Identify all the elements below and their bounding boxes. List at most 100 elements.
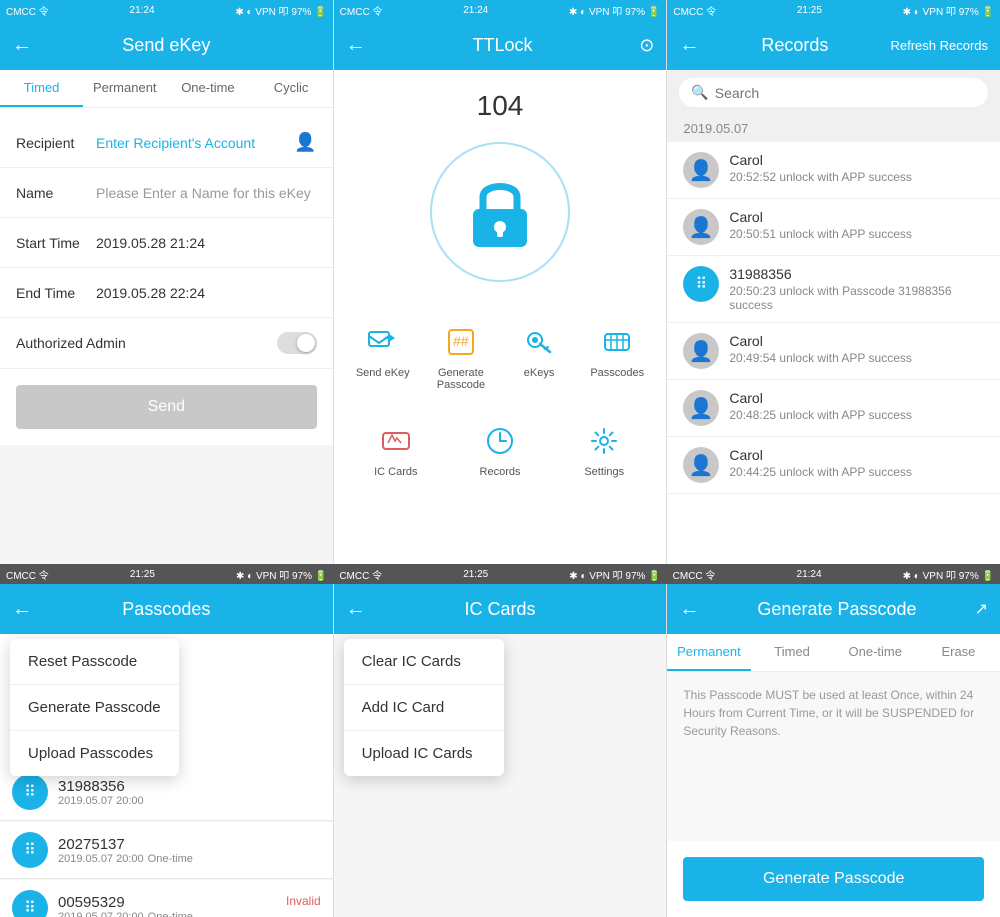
passcode-icon-1: ⠿ (12, 774, 48, 810)
ic-cards-panel: ← IC Cards Clear IC Cards Add IC Card Up… (334, 584, 668, 917)
sb4-left: CMCC 令 (6, 567, 49, 582)
passcodes-popup-menu: Reset Passcode Generate Passcode Upload … (10, 639, 179, 776)
record-item: ⠿ 31988356 20:50:23 unlock with Passcode… (667, 256, 1000, 323)
menu-settings[interactable]: Settings (552, 411, 656, 488)
record-name-6: Carol (729, 447, 984, 463)
record-name-2: Carol (729, 209, 984, 225)
passcodes-panel: ← Passcodes Reset Passcode Generate Pass… (0, 584, 334, 917)
menu-generate-passcode[interactable]: ## Generate Passcode (422, 312, 500, 401)
generate-passcode-item[interactable]: Generate Passcode (10, 685, 179, 731)
generate-passcode-button[interactable]: Generate Passcode (683, 857, 984, 901)
contact-icon[interactable]: 👤 (294, 132, 316, 153)
search-input-wrap: 🔍 (679, 78, 988, 107)
end-time-label: End Time (16, 285, 96, 301)
passcodes-icon (597, 322, 637, 362)
gen-tab-erase[interactable]: Erase (917, 634, 1000, 671)
menu-send-ekey[interactable]: Send eKey (344, 312, 422, 401)
name-placeholder: Please Enter a Name for this eKey (96, 185, 317, 201)
status-icons-2: ✱ ◐ VPN 叩 97% 🔋 (569, 3, 660, 18)
admin-toggle[interactable] (277, 332, 317, 354)
external-link-icon[interactable]: ↗ (975, 599, 988, 619)
record-name-3: 31988356 (729, 266, 984, 282)
share-icon[interactable]: ⊙ (639, 35, 654, 56)
admin-label: Authorized Admin (16, 335, 277, 351)
search-input[interactable] (715, 85, 976, 101)
record-detail-6: 20:44:25 unlock with APP success (729, 465, 984, 479)
passcode-icon-2: ⠿ (12, 832, 48, 868)
upload-passcodes-item[interactable]: Upload Passcodes (10, 731, 179, 776)
tab-permanent[interactable]: Permanent (83, 70, 166, 107)
menu-passcodes-label: Passcodes (590, 367, 644, 379)
recipient-label: Recipient (16, 135, 96, 151)
record-item: 👤 Carol 20:44:25 unlock with APP success (667, 437, 1000, 494)
menu-send-ekey-label: Send eKey (356, 367, 410, 379)
passcode-info-3: 00595329 Invalid 2019.05.07 20:00 One-ti… (58, 894, 321, 917)
status-bar-bot3: CMCC 令 21:24 ✱ ◐ VPN 叩 97% 🔋 (667, 564, 1000, 584)
person-icon: 👤 (689, 215, 714, 240)
send-ekey-panel: CMCC 令 21:24 ✱ ◐ VPN 叩 97% 🔋 ← Send eKey… (0, 0, 334, 564)
record-item: 👤 Carol 20:50:51 unlock with APP success (667, 199, 1000, 256)
menu-settings-label: Settings (584, 466, 624, 478)
gen-tab-permanent[interactable]: Permanent (667, 634, 750, 671)
settings-icon (584, 421, 624, 461)
ttlock-title: TTLock (366, 35, 640, 56)
passcode-icon-3: ⠿ (12, 890, 48, 917)
record-item: 👤 Carol 20:52:52 unlock with APP success (667, 142, 1000, 199)
person-icon: 👤 (689, 453, 714, 478)
gen-tab-timed[interactable]: Timed (751, 634, 834, 671)
record-avatar-2: 👤 (683, 209, 719, 245)
passcodes-title: Passcodes (32, 599, 301, 620)
back-button-3[interactable]: ← (679, 34, 699, 57)
generate-passcode-header: ← Generate Passcode ↗ (667, 584, 1000, 634)
tab-one-time[interactable]: One-time (166, 70, 249, 107)
menu-ekeys[interactable]: eKeys (500, 312, 578, 401)
status-bar-bot1: CMCC 令 21:25 ✱ ◐ VPN 叩 97% 🔋 (0, 564, 333, 584)
menu-generate-passcode-label: Generate Passcode (427, 367, 495, 391)
record-avatar-1: 👤 (683, 152, 719, 188)
refresh-records-button[interactable]: Refresh Records (890, 38, 988, 53)
menu-passcodes[interactable]: Passcodes (578, 312, 656, 401)
back-button-1[interactable]: ← (12, 34, 32, 57)
passcode-info-2: 20275137 2019.05.07 20:00 One-time (58, 836, 321, 865)
status-time-1: 21:24 (130, 5, 155, 16)
menu-records-label: Records (480, 466, 521, 478)
record-content-2: Carol 20:50:51 unlock with APP success (729, 209, 984, 241)
gen-tab-one-time[interactable]: One-time (834, 634, 917, 671)
start-time-value[interactable]: 2019.05.28 21:24 (96, 235, 317, 251)
sb4-right: ✱ ◐ VPN 叩 97% 🔋 (236, 567, 327, 582)
sb5-right: ✱ ◐ VPN 叩 97% 🔋 (569, 567, 660, 582)
menu-ic-cards[interactable]: IC Cards (344, 411, 448, 488)
person-icon: 👤 (689, 158, 714, 183)
records-icon (480, 421, 520, 461)
passcode-type-2: One-time (148, 853, 193, 865)
upload-ic-cards-item[interactable]: Upload IC Cards (344, 731, 504, 776)
back-button-4[interactable]: ← (12, 598, 32, 621)
back-button-6[interactable]: ← (679, 598, 699, 621)
tab-cyclic[interactable]: Cyclic (250, 70, 333, 107)
menu-grid-bottom: IC Cards Records Settings (334, 411, 667, 488)
send-button[interactable]: Send (16, 385, 317, 429)
record-detail-3: 20:50:23 unlock with Passcode 31988356 s… (729, 284, 984, 312)
back-button-2[interactable]: ← (346, 34, 366, 57)
sb6-right: ✱ ◐ VPN 叩 97% 🔋 (903, 567, 994, 582)
menu-records[interactable]: Records (448, 411, 552, 488)
status-icons-3: ✱ ◐ VPN 叩 97% 🔋 (903, 3, 994, 18)
menu-grid-top: Send eKey ## Generate Passcode (334, 292, 667, 411)
passcode-list: ⠿ 31988356 2019.05.07 20:00 ⠿ 20275137 (0, 764, 333, 917)
recipient-input[interactable] (96, 135, 290, 151)
add-ic-card-item[interactable]: Add IC Card (344, 685, 504, 731)
end-time-value[interactable]: 2019.05.28 22:24 (96, 285, 317, 301)
record-content-5: Carol 20:48:25 unlock with APP success (729, 390, 984, 422)
ekey-tabs: Timed Permanent One-time Cyclic (0, 70, 333, 108)
record-content-4: Carol 20:49:54 unlock with APP success (729, 333, 984, 365)
generate-passcode-panel: ← Generate Passcode ↗ Permanent Timed On… (667, 584, 1000, 917)
back-button-5[interactable]: ← (346, 598, 366, 621)
status-icons-1: ✱ ◐ VPN 叩 97% 🔋 (235, 3, 326, 18)
ttlock-panel: CMCC 令 21:24 ✱ ◐ VPN 叩 97% 🔋 ← TTLock ⊙ … (334, 0, 668, 564)
tab-timed[interactable]: Timed (0, 70, 83, 107)
clear-ic-cards-item[interactable]: Clear IC Cards (344, 639, 504, 685)
reset-passcode-item[interactable]: Reset Passcode (10, 639, 179, 685)
ttlock-header: ← TTLock ⊙ (334, 20, 667, 70)
record-name-5: Carol (729, 390, 984, 406)
status-bar-bot2: CMCC 令 21:25 ✱ ◐ VPN 叩 97% 🔋 (333, 564, 666, 584)
